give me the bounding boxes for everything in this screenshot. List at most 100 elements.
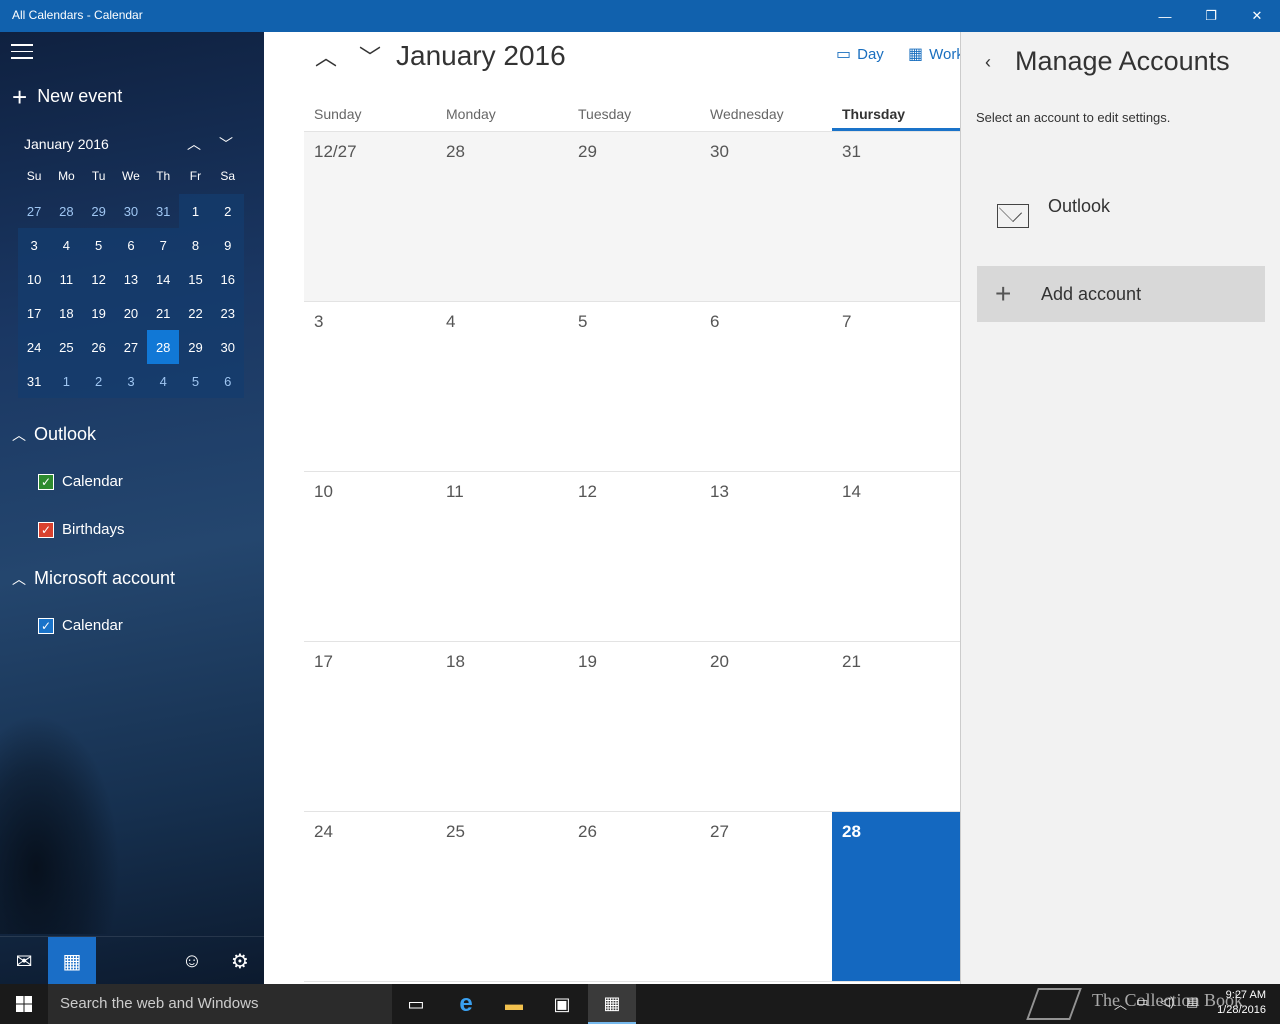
- previous-month-chevron-up-icon[interactable]: ︿: [304, 40, 348, 72]
- mini-day[interactable]: 6: [114, 228, 148, 262]
- checkbox-checked-icon[interactable]: ✓: [38, 473, 54, 490]
- checkbox-checked-icon[interactable]: ✓: [38, 521, 54, 538]
- mini-day[interactable]: 29: [83, 194, 115, 228]
- calendar-app-icon[interactable]: ▦: [588, 984, 636, 1024]
- mini-day[interactable]: 27: [114, 330, 148, 364]
- chevron-down-icon[interactable]: ﹀: [219, 134, 233, 154]
- mini-day[interactable]: 2: [82, 364, 115, 398]
- mini-day[interactable]: 29: [179, 330, 212, 364]
- mini-day[interactable]: 24: [18, 330, 51, 364]
- mini-day[interactable]: 23: [211, 296, 244, 330]
- day-cell[interactable]: 3: [304, 302, 436, 471]
- file-explorer-icon[interactable]: ▬: [490, 984, 538, 1024]
- day-cell[interactable]: 5: [568, 302, 700, 471]
- back-chevron-icon[interactable]: ‹: [985, 52, 991, 73]
- mini-day[interactable]: 13: [114, 262, 148, 296]
- day-cell[interactable]: 27: [700, 812, 832, 981]
- mini-day[interactable]: 19: [82, 296, 115, 330]
- day-cell[interactable]: 12/27: [304, 132, 436, 301]
- mini-day[interactable]: 21: [147, 296, 180, 330]
- day-cell[interactable]: 11: [436, 472, 568, 641]
- mini-day[interactable]: 31: [147, 194, 179, 228]
- day-cell[interactable]: 25: [436, 812, 568, 981]
- mini-day[interactable]: 8: [179, 228, 212, 262]
- calendar-item-birthdays[interactable]: ✓ Birthdays: [38, 521, 125, 538]
- mini-day[interactable]: 2: [211, 194, 244, 228]
- search-input[interactable]: Search the web and Windows: [48, 984, 392, 1024]
- calendar-item-outlook-calendar[interactable]: ✓ Calendar: [38, 473, 123, 490]
- day-cell[interactable]: 21: [832, 642, 960, 811]
- mini-day[interactable]: 12: [82, 262, 115, 296]
- work-week-view-button[interactable]: ▦ Work: [908, 44, 960, 64]
- mini-day[interactable]: 28: [147, 330, 180, 364]
- next-month-chevron-down-icon[interactable]: ﹀: [348, 40, 392, 72]
- store-icon[interactable]: ▣: [538, 984, 586, 1024]
- mini-day[interactable]: 10: [18, 262, 51, 296]
- mini-day[interactable]: 25: [50, 330, 83, 364]
- close-button[interactable]: ✕: [1234, 0, 1280, 32]
- mini-day[interactable]: 1: [179, 194, 212, 228]
- mini-day[interactable]: 18: [50, 296, 83, 330]
- day-cell[interactable]: 12: [568, 472, 700, 641]
- mini-day[interactable]: 17: [18, 296, 51, 330]
- group-microsoft-account[interactable]: ︿ Microsoft account: [12, 568, 175, 589]
- day-cell[interactable]: 14: [832, 472, 960, 641]
- day-cell[interactable]: 19: [568, 642, 700, 811]
- account-outlook[interactable]: Outlook: [976, 190, 1266, 250]
- mini-day[interactable]: 3: [114, 364, 148, 398]
- mini-day[interactable]: 16: [211, 262, 244, 296]
- day-cell[interactable]: 24: [304, 812, 436, 981]
- checkbox-checked-icon[interactable]: ✓: [38, 617, 54, 634]
- mini-day[interactable]: 14: [147, 262, 180, 296]
- edge-browser-icon[interactable]: e: [442, 984, 490, 1024]
- add-account-button[interactable]: + Add account: [977, 266, 1265, 322]
- new-event-button[interactable]: + New event: [12, 84, 122, 110]
- mini-day[interactable]: 31: [18, 364, 51, 398]
- day-cell[interactable]: 4: [436, 302, 568, 471]
- settings-gear-icon[interactable]: ⚙: [216, 937, 264, 984]
- mini-day[interactable]: 27: [18, 194, 50, 228]
- day-cell[interactable]: 30: [700, 132, 832, 301]
- day-cell[interactable]: 31: [832, 132, 960, 301]
- mini-day[interactable]: 1: [50, 364, 83, 398]
- mini-day[interactable]: 11: [50, 262, 83, 296]
- mail-icon[interactable]: ✉: [0, 937, 48, 984]
- day-cell[interactable]: 26: [568, 812, 700, 981]
- day-cell[interactable]: 20: [700, 642, 832, 811]
- calendar-icon[interactable]: ▦: [48, 937, 96, 984]
- day-cell[interactable]: 6: [700, 302, 832, 471]
- day-cell[interactable]: 7: [832, 302, 960, 471]
- day-cell[interactable]: 28: [832, 812, 960, 981]
- mini-day[interactable]: 22: [179, 296, 212, 330]
- day-cell[interactable]: 13: [700, 472, 832, 641]
- mini-day[interactable]: 20: [114, 296, 148, 330]
- mini-day[interactable]: 5: [82, 228, 115, 262]
- task-view-icon[interactable]: ▭: [392, 984, 440, 1024]
- mini-day[interactable]: 4: [50, 228, 83, 262]
- mini-day[interactable]: 5: [179, 364, 212, 398]
- day-cell[interactable]: 10: [304, 472, 436, 641]
- mini-day[interactable]: 30: [115, 194, 147, 228]
- mini-day[interactable]: 9: [211, 228, 244, 262]
- windows-start-icon[interactable]: [0, 984, 48, 1024]
- day-view-button[interactable]: ▭ Day: [836, 44, 884, 64]
- chevron-up-icon[interactable]: ︿: [187, 134, 201, 154]
- mini-day[interactable]: 15: [179, 262, 212, 296]
- day-cell[interactable]: 29: [568, 132, 700, 301]
- day-cell[interactable]: 28: [436, 132, 568, 301]
- mini-day[interactable]: 28: [50, 194, 82, 228]
- mini-day[interactable]: 7: [147, 228, 180, 262]
- mini-day[interactable]: 6: [211, 364, 244, 398]
- maximize-button[interactable]: ❐: [1188, 0, 1234, 32]
- day-cell[interactable]: 17: [304, 642, 436, 811]
- mini-day[interactable]: 4: [147, 364, 180, 398]
- calendar-item-ms-calendar[interactable]: ✓ Calendar: [38, 617, 123, 634]
- day-cell[interactable]: 18: [436, 642, 568, 811]
- mini-day[interactable]: 30: [211, 330, 244, 364]
- mini-day[interactable]: 26: [82, 330, 115, 364]
- feedback-smiley-icon[interactable]: ☺: [168, 937, 216, 984]
- minimize-button[interactable]: —: [1142, 0, 1188, 32]
- hamburger-menu-icon[interactable]: [11, 44, 33, 60]
- group-outlook[interactable]: ︿ Outlook: [12, 424, 96, 445]
- mini-day[interactable]: 3: [18, 228, 51, 262]
